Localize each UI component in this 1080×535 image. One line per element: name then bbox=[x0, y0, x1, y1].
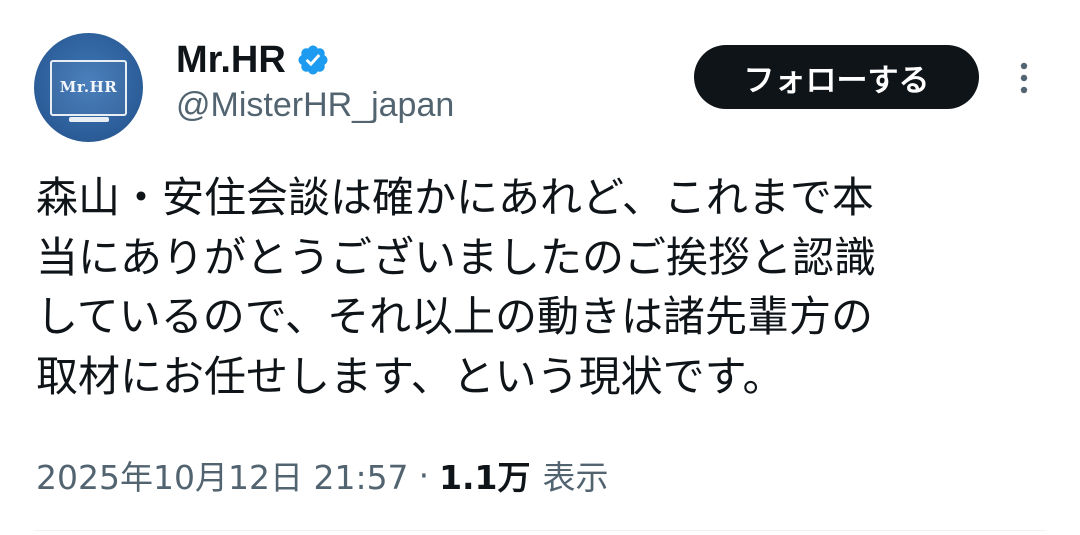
meta-separator: · bbox=[418, 455, 430, 495]
avatar[interactable]: Mr.HR bbox=[34, 33, 143, 142]
more-vertical-icon bbox=[1020, 62, 1028, 94]
display-name[interactable]: Mr.HR bbox=[176, 39, 286, 82]
more-options-icon[interactable] bbox=[1008, 58, 1040, 98]
tweet-text-line: 当にありがとうございましたのご挨拶と認識 bbox=[36, 232, 877, 282]
views-label: 表示 bbox=[542, 458, 609, 497]
avatar-monitor-stand bbox=[69, 117, 109, 122]
user-handle[interactable]: @MisterHR_japan bbox=[176, 86, 454, 125]
tweet-text-line: しているので、それ以上の動きは諸先輩方の bbox=[36, 292, 874, 341]
tweet-text: 森山・安住会談は確かにあれど、これまで本 当にありがとうございましたのご挨拶と認… bbox=[36, 168, 1046, 406]
views-count: 1.1万 bbox=[439, 458, 531, 497]
verified-badge-icon bbox=[298, 45, 328, 75]
tweet-text-line: 森山・安住会談は確かにあれど、これまで本 bbox=[36, 173, 874, 222]
follow-button[interactable]: フォローする bbox=[694, 45, 979, 109]
tweet-timestamp[interactable]: 2025年10月12日 21:57 bbox=[36, 451, 409, 499]
tweet-text-line: 取材にお任せします、という現状です。 bbox=[36, 351, 785, 401]
author-name-row: Mr.HR bbox=[176, 36, 330, 84]
avatar-logo-text: Mr.HR bbox=[59, 78, 118, 96]
divider bbox=[34, 530, 1046, 531]
tweet-meta: 2025年10月12日 21:57 · 1.1万 表示 bbox=[36, 450, 609, 500]
avatar-monitor-graphic: Mr.HR bbox=[50, 60, 127, 116]
